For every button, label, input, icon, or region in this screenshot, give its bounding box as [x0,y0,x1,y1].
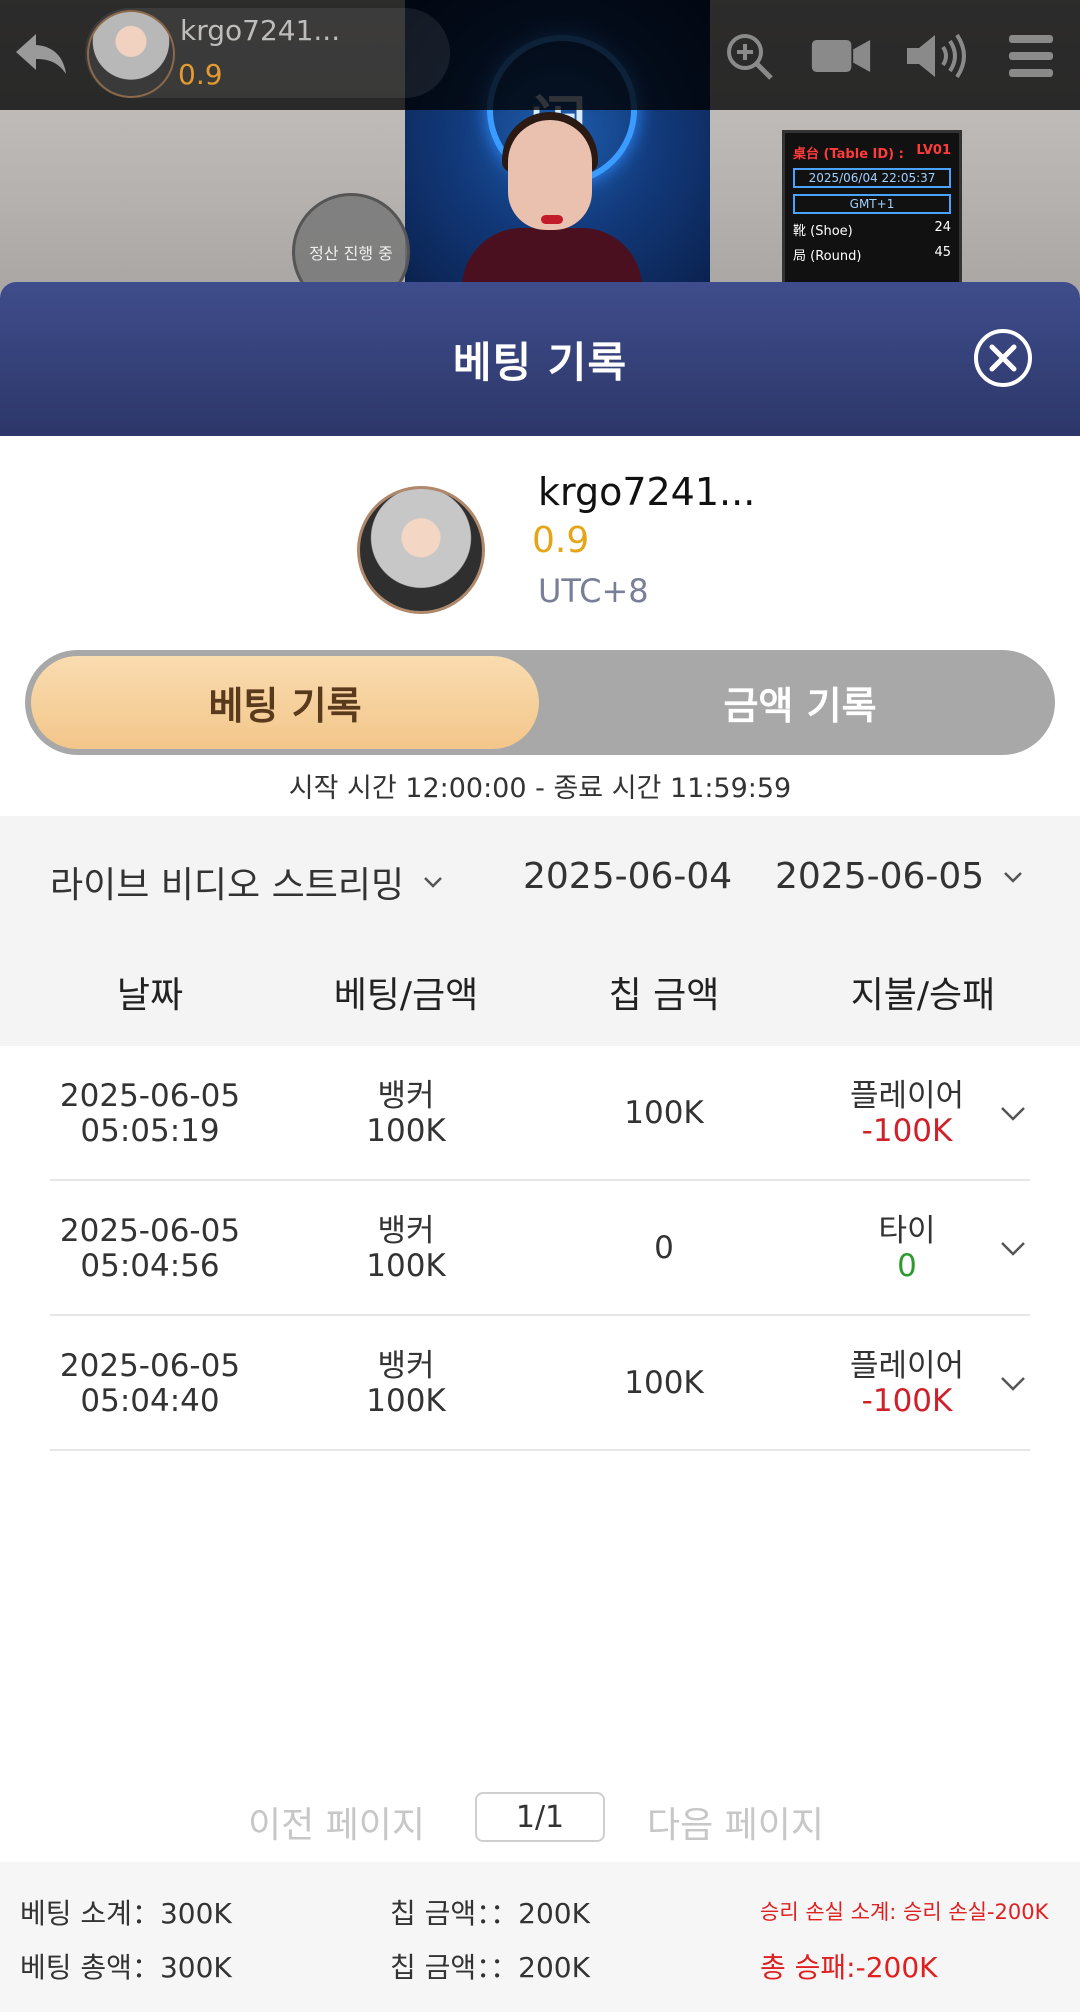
row-bet: 뱅커 100K [306,1316,506,1451]
table-info-board: 桌台 (Table ID) : LV01 2025/06/04 22:05:37… [782,130,962,300]
row-result-label: 플레이어 [849,1347,965,1384]
row-chip-amount: 0 [654,1230,674,1266]
row-chip-amount: 100K [624,1365,704,1401]
record-type-toggle: 베팅 기록 금액 기록 [25,650,1055,755]
back-arrow-icon[interactable] [14,30,70,80]
row-time: 05:04:56 [80,1247,220,1284]
table-row[interactable]: 2025-06-05 05:04:56 뱅커 100K 0 타이 0 [50,1181,1030,1316]
game-type-select[interactable]: 라이브 비디오 스트리밍 [50,856,444,908]
row-payout: 0 [897,1247,917,1284]
row-bet-side: 뱅커 [377,1077,435,1114]
bet-subtotal: 베팅 소계：300K [20,1897,232,1930]
row-datetime: 2025-06-05 05:04:56 [50,1181,250,1316]
row-date: 2025-06-05 [59,1077,241,1114]
profile-balance: 0.9 [532,520,590,561]
time-range-note: 시작 시간 12:00:00 - 종료 시간 11:59:59 [288,773,792,804]
chevron-down-icon [424,877,442,888]
row-datetime: 2025-06-05 05:05:19 [50,1046,250,1181]
avatar [87,10,175,98]
summary-footer: 베팅 소계：300K 칩 금액：：200K 승리 손실 소계: 승리 손실-20… [0,1862,1080,2012]
row-bet: 뱅커 100K [306,1046,506,1181]
profile-section: krgo7241... 0.9 UTC+8 [0,436,1080,646]
row-result: 플레이어 -100K [807,1316,1007,1451]
speaker-icon[interactable] [905,25,967,87]
top-username: krgo7241... [180,14,341,47]
row-bet-side: 뱅커 [377,1347,435,1384]
zoom-in-icon[interactable] [718,25,780,87]
chevron-down-icon[interactable] [996,1096,1030,1130]
page-indicator: 1/1 [475,1792,605,1842]
row-bet: 뱅커 100K [306,1181,506,1316]
table-id-value: LV01 [916,143,951,158]
column-header-date: 날짜 [116,975,184,1016]
row-time: 05:04:40 [80,1382,220,1419]
row-result: 플레이어 -100K [807,1046,1007,1181]
table-id-label: 桌台 (Table ID) : [793,147,904,162]
bet-record-list: 2025-06-05 05:05:19 뱅커 100K 100K 플레이어 -1… [50,1046,1030,1451]
table-header: 날짜 베팅/금액 칩 금액 지불/승패 [0,936,1080,1046]
tab-bet-history[interactable]: 베팅 기록 [31,656,539,749]
close-icon[interactable] [972,327,1034,389]
round-label: 局 (Round) [793,249,862,264]
menu-icon[interactable] [1000,25,1062,87]
row-date: 2025-06-05 [59,1212,241,1249]
video-camera-icon[interactable] [810,25,872,87]
column-header-bet-amount: 베팅/금액 [333,975,479,1016]
bet-total: 베팅 총액：300K [20,1951,232,1984]
winloss-total: 총 승패:-200K [760,1951,938,1984]
table-row[interactable]: 2025-06-05 05:04:40 뱅커 100K 100K 플레이어 -1… [50,1316,1030,1451]
chip-total: 칩 금액：：200K [390,1951,590,1984]
dealer-face [508,120,592,230]
modal-title: 베팅 기록 [452,337,628,387]
row-payout: -100K [861,1112,953,1149]
chevron-down-icon[interactable] [996,1231,1030,1265]
chevron-down-icon[interactable] [996,1366,1030,1400]
row-bet-amount: 100K [366,1382,446,1419]
modal-header: 베팅 기록 [0,282,1080,436]
start-date-picker[interactable]: 2025-06-04 [523,856,732,897]
row-chip-amount: 100K [624,1095,704,1131]
chip-subtotal: 칩 금액：：200K [390,1897,590,1930]
row-result-label: 타이 [878,1212,936,1249]
winloss-subtotal: 승리 손실 소계: 승리 손실-200K [760,1900,1049,1924]
table-row[interactable]: 2025-06-05 05:05:19 뱅커 100K 100K 플레이어 -1… [50,1046,1030,1181]
row-bet-amount: 100K [366,1112,446,1149]
row-payout: -100K [861,1382,953,1419]
top-balance: 0.9 [178,58,223,91]
shoe-label: 靴 (Shoe) [793,224,853,239]
end-date-picker[interactable]: 2025-06-05 [775,856,1024,897]
start-date-value: 2025-06-04 [523,856,733,897]
round-value: 45 [934,245,951,260]
profile-username: krgo7241... [538,470,756,514]
tab-amount-history[interactable]: 금액 기록 [545,650,1055,755]
end-date-value: 2025-06-05 [775,856,985,897]
pagination: 이전 페이지 1/1 다음 페이지 [0,1790,1080,1850]
profile-timezone: UTC+8 [538,572,649,610]
chevron-down-icon [1004,871,1023,883]
filter-bar: 라이브 비디오 스트리밍 2025-06-04 2025-06-05 날짜 베팅… [0,816,1080,1046]
board-timezone: GMT+1 [793,194,951,214]
next-page-button[interactable]: 다음 페이지 [647,1796,824,1848]
row-bet-amount: 100K [366,1247,446,1284]
row-date: 2025-06-05 [59,1347,241,1384]
row-bet-side: 뱅커 [377,1212,435,1249]
prev-page-button[interactable]: 이전 페이지 [248,1796,425,1848]
board-datetime: 2025/06/04 22:05:37 [793,168,951,188]
row-datetime: 2025-06-05 05:04:40 [50,1316,250,1451]
column-header-payout: 지불/승패 [850,975,996,1016]
dealer-lips [541,215,563,224]
row-result-label: 플레이어 [849,1077,965,1114]
avatar [357,486,485,614]
row-time: 05:05:19 [80,1112,220,1149]
top-bar: krgo7241... 0.9 [0,0,1080,110]
shoe-value: 24 [934,220,951,235]
row-result: 타이 0 [807,1181,1007,1316]
game-type-value: 라이브 비디오 스트리밍 [50,865,405,906]
column-header-chip-amount: 칩 금액 [608,975,720,1016]
